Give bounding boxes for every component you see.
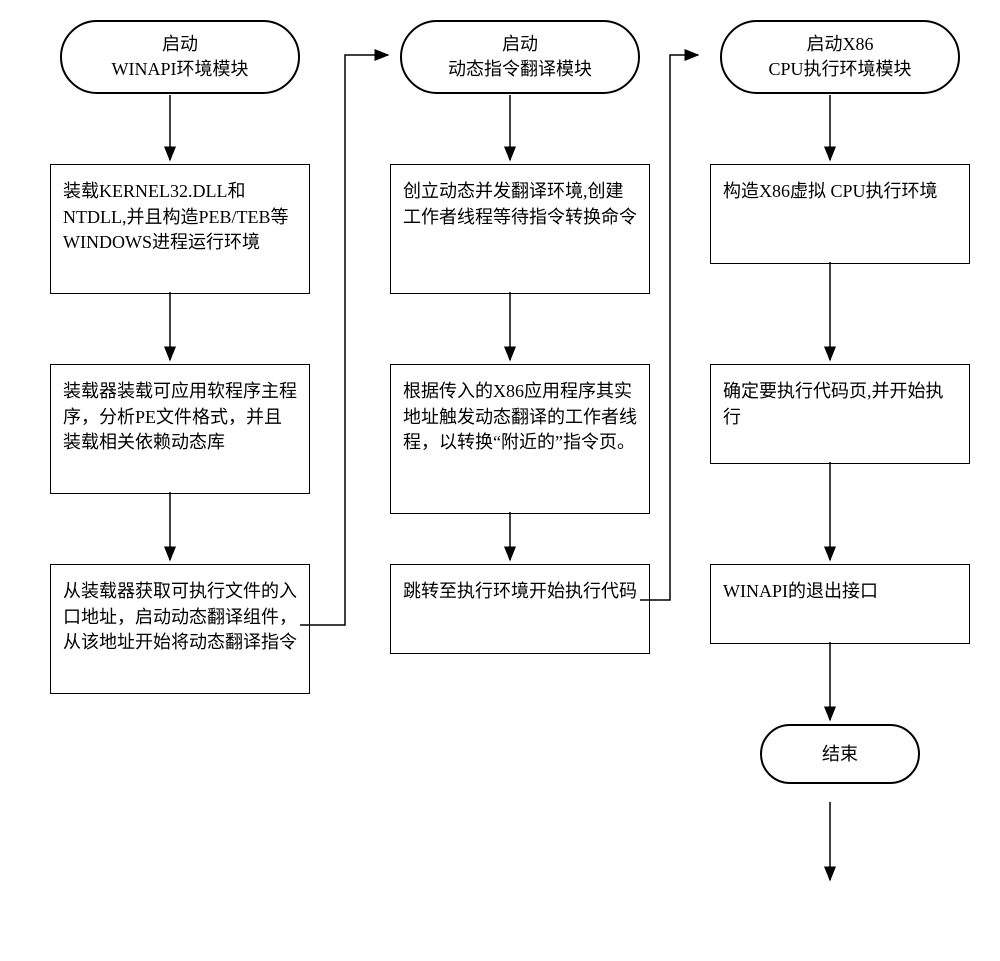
terminator-cpu: 启动X86 CPU执行环境模块 [720, 20, 960, 94]
step-a2: 装载器装载可应用软程序主程序，分析PE文件格式，并且装载相关依赖动态库 [50, 364, 310, 494]
terminator-text: 启动 动态指令翻译模块 [420, 32, 620, 82]
step-text: 创立动态并发翻译环境,创建工作者线程等待指令转换命令 [403, 179, 637, 229]
terminator-translation: 启动 动态指令翻译模块 [400, 20, 640, 94]
step-c3: WINAPI的退出接口 [710, 564, 970, 644]
step-b2: 根据传入的X86应用程序其实地址触发动态翻译的工作者线程，以转换“附近的”指令页… [390, 364, 650, 514]
step-text: 确定要执行代码页,并开始执行 [723, 379, 957, 429]
column-winapi: 启动 WINAPI环境模块 装载KERNEL32.DLL和NTDLL,并且构造P… [40, 20, 320, 694]
step-text: 构造X86虚拟 CPU执行环境 [723, 179, 938, 204]
step-a1: 装载KERNEL32.DLL和NTDLL,并且构造PEB/TEB等WINDOWS… [50, 164, 310, 294]
step-text: 装载KERNEL32.DLL和NTDLL,并且构造PEB/TEB等WINDOWS… [63, 179, 297, 255]
step-c2: 确定要执行代码页,并开始执行 [710, 364, 970, 464]
terminator-winapi: 启动 WINAPI环境模块 [60, 20, 300, 94]
step-text: 根据传入的X86应用程序其实地址触发动态翻译的工作者线程，以转换“附近的”指令页… [403, 379, 637, 455]
terminator-end: 结束 [760, 724, 920, 784]
terminator-text: 启动X86 CPU执行环境模块 [740, 32, 940, 82]
step-c1: 构造X86虚拟 CPU执行环境 [710, 164, 970, 264]
column-translation: 启动 动态指令翻译模块 创立动态并发翻译环境,创建工作者线程等待指令转换命令 根… [380, 20, 660, 654]
step-text: 从装载器获取可执行文件的入口地址，启动动态翻译组件，从该地址开始将动态翻译指令 [63, 579, 297, 655]
column-cpu: 启动X86 CPU执行环境模块 构造X86虚拟 CPU执行环境 确定要执行代码页… [700, 20, 980, 784]
step-text: WINAPI的退出接口 [723, 579, 878, 604]
step-text: 装载器装载可应用软程序主程序，分析PE文件格式，并且装载相关依赖动态库 [63, 379, 297, 455]
terminator-text: 启动 WINAPI环境模块 [80, 32, 280, 82]
step-a3: 从装载器获取可执行文件的入口地址，启动动态翻译组件，从该地址开始将动态翻译指令 [50, 564, 310, 694]
step-text: 跳转至执行环境开始执行代码 [403, 579, 637, 604]
step-b1: 创立动态并发翻译环境,创建工作者线程等待指令转换命令 [390, 164, 650, 294]
step-b3: 跳转至执行环境开始执行代码 [390, 564, 650, 654]
terminator-text: 结束 [780, 742, 900, 767]
